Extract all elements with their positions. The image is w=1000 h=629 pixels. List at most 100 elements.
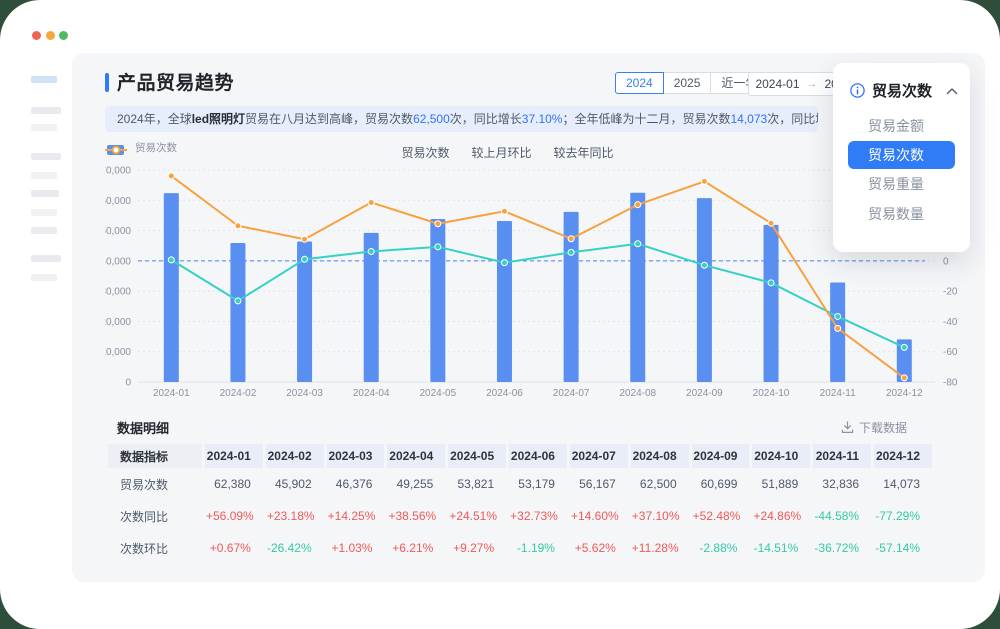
point-较上月环比-2024-05[interactable]	[435, 244, 441, 250]
bar-2024-06[interactable]	[497, 221, 512, 382]
sidebar-skeleton-item	[31, 255, 61, 262]
table-header-metric: 数据指标	[108, 444, 202, 468]
table-cell: -77.29%	[874, 500, 932, 532]
point-较上月环比-2024-07[interactable]	[568, 249, 574, 255]
table-cell: -14.51%	[752, 532, 810, 564]
x-axis-label: 2024-07	[553, 388, 590, 399]
bar-2024-10[interactable]	[764, 225, 779, 382]
sidebar-skeleton-item	[31, 274, 57, 281]
maximize-window-button[interactable]	[59, 31, 68, 40]
range-button-2024[interactable]: 2024	[615, 72, 664, 94]
table-header-month: 2024-03	[327, 444, 385, 468]
x-axis-label: 2024-10	[753, 388, 790, 399]
bar-2024-04[interactable]	[364, 233, 379, 382]
x-axis-label: 2024-06	[486, 388, 523, 399]
metric-option-selected[interactable]: 贸易次数	[848, 141, 955, 169]
point-较去年同比-2024-04[interactable]	[368, 199, 374, 205]
left-axis-tick: 60,000	[105, 196, 131, 207]
table-header-month: 2024-09	[692, 444, 750, 468]
point-较去年同比-2024-05[interactable]	[435, 221, 441, 227]
summary-segment: 贸易在八月达到高峰，贸易次数	[245, 112, 413, 126]
table-row-贸易次数: 贸易次数62,38045,90246,37649,25553,82153,179…	[108, 468, 932, 500]
left-axis-tick: 0	[125, 378, 131, 389]
point-较上月环比-2024-08[interactable]	[635, 241, 641, 247]
table-header-month: 2024-07	[570, 444, 628, 468]
sidebar-skeleton-item	[31, 190, 59, 197]
bar-2024-01[interactable]	[164, 193, 179, 382]
table-cell: +24.86%	[752, 500, 810, 532]
point-较去年同比-2024-07[interactable]	[568, 236, 574, 242]
point-较去年同比-2024-01[interactable]	[168, 173, 174, 179]
bar-2024-09[interactable]	[697, 198, 712, 382]
summary-segment: 次，同比增长	[767, 112, 818, 126]
chevron-up-icon[interactable]	[946, 87, 958, 95]
point-较去年同比-2024-10[interactable]	[768, 220, 774, 226]
table-cell: +56.09%	[205, 500, 263, 532]
table-cell: +14.25%	[327, 500, 385, 532]
summary-banner: 2024年，全球led照明灯贸易在八月达到高峰，贸易次数62,500次，同比增长…	[105, 106, 818, 132]
sidebar-skeleton-item	[31, 107, 61, 114]
metric-option[interactable]: 贸易金额	[833, 111, 970, 141]
table-section: 数据明细 下载数据 数据指标2024-012024-022024-032024-…	[105, 410, 935, 564]
close-window-button[interactable]	[32, 31, 41, 40]
left-axis-tick: 10,000	[105, 347, 131, 358]
point-较去年同比-2024-09[interactable]	[701, 178, 707, 184]
right-axis-tick: 0	[943, 256, 949, 267]
metric-option[interactable]: 贸易重量	[833, 169, 970, 199]
metric-dropdown-header[interactable]: 贸易次数	[833, 63, 970, 101]
table-header-month: 2024-11	[813, 444, 871, 468]
sidebar-skeleton-item	[31, 209, 57, 216]
point-较上月环比-2024-06[interactable]	[501, 260, 507, 266]
minimize-window-button[interactable]	[46, 31, 55, 40]
right-axis-tick: -20	[943, 287, 958, 298]
table-header-month: 2024-01	[205, 444, 263, 468]
x-axis-label: 2024-01	[153, 388, 190, 399]
point-较上月环比-2024-04[interactable]	[368, 248, 374, 254]
title-accent-bar	[105, 73, 109, 92]
sidebar-skeleton-item	[31, 76, 57, 83]
range-button-2025[interactable]: 2025	[663, 72, 712, 94]
line-较去年同比	[171, 176, 904, 378]
bar-2024-02[interactable]	[230, 243, 245, 382]
table-cell: 62,500	[631, 468, 689, 500]
x-axis-label: 2024-03	[286, 388, 323, 399]
metric-dropdown: 贸易次数 贸易金额贸易次数贸易重量贸易数量	[833, 63, 970, 252]
sidebar-skeleton-item	[31, 124, 57, 131]
table-cell: +5.62%	[570, 532, 628, 564]
table-cell: +23.18%	[266, 500, 324, 532]
download-icon	[841, 421, 854, 434]
point-较上月环比-2024-03[interactable]	[302, 256, 308, 262]
point-较上月环比-2024-02[interactable]	[235, 298, 241, 304]
table-cell: +14.60%	[570, 500, 628, 532]
metric-dropdown-title: 贸易次数	[872, 80, 946, 101]
table-cell: 45,902	[266, 468, 324, 500]
download-data-button[interactable]: 下载数据	[841, 419, 907, 436]
point-较去年同比-2024-12[interactable]	[901, 375, 907, 381]
table-header-bar: 数据明细 下载数据	[105, 410, 935, 444]
point-较去年同比-2024-06[interactable]	[501, 208, 507, 214]
bar-2024-08[interactable]	[630, 193, 645, 382]
point-较去年同比-2024-11[interactable]	[835, 325, 841, 331]
x-axis-label: 2024-05	[419, 388, 456, 399]
table-cell: +11.28%	[631, 532, 689, 564]
row-label: 次数同比	[108, 500, 202, 532]
table-cell: -36.72%	[813, 532, 871, 564]
table-cell: 32,836	[813, 468, 871, 500]
point-较上月环比-2024-10[interactable]	[768, 280, 774, 286]
x-axis-label: 2024-04	[353, 388, 390, 399]
table-header-month: 2024-04	[387, 444, 445, 468]
point-较上月环比-2024-09[interactable]	[701, 262, 707, 268]
table-cell: 51,889	[752, 468, 810, 500]
table-cell: -26.42%	[266, 532, 324, 564]
right-axis-tick: -60	[943, 347, 958, 358]
point-较上月环比-2024-01[interactable]	[168, 257, 174, 263]
table-cell: -44.58%	[813, 500, 871, 532]
point-较上月环比-2024-11[interactable]	[835, 313, 841, 319]
metric-option[interactable]: 贸易数量	[833, 199, 970, 229]
point-较去年同比-2024-03[interactable]	[302, 236, 308, 242]
x-axis-label: 2024-02	[220, 388, 257, 399]
row-label: 贸易次数	[108, 468, 202, 500]
point-较上月环比-2024-12[interactable]	[901, 344, 907, 350]
point-较去年同比-2024-08[interactable]	[635, 202, 641, 208]
point-较去年同比-2024-02[interactable]	[235, 223, 241, 229]
